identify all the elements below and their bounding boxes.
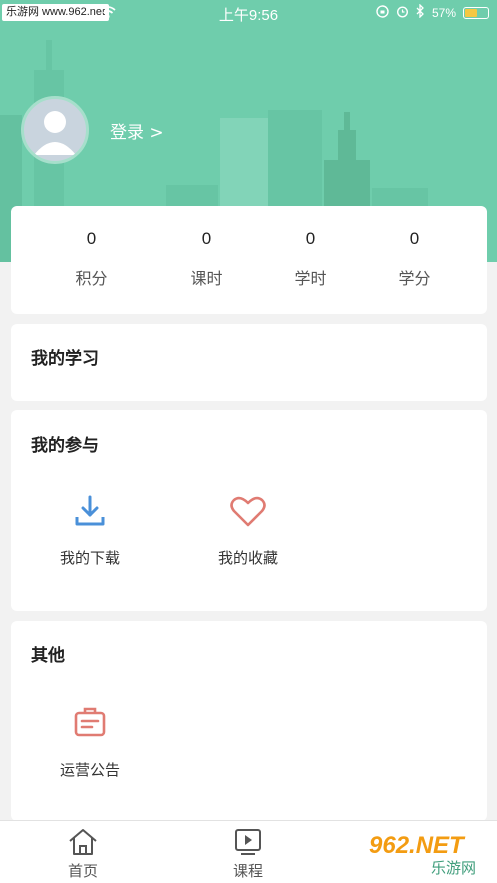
- section-title: 其他: [31, 646, 65, 666]
- stat-lessons[interactable]: 0 课时: [147, 206, 266, 289]
- play-icon: [235, 829, 261, 855]
- brand-watermark-logo: 962.NET 乐游网: [369, 832, 476, 877]
- tile-label: 运营公告: [59, 761, 120, 779]
- avatar[interactable]: [21, 96, 89, 164]
- stat-value: 0: [305, 229, 316, 248]
- alarm-icon: [396, 5, 409, 21]
- tab-courses[interactable]: 课程: [208, 827, 288, 881]
- bottom-tab-bar: 首页 课程 962.NET 乐游网: [0, 820, 497, 883]
- my-participation-card: 我的参与 我的下载 我的收藏: [11, 410, 487, 611]
- stat-points[interactable]: 0 积分: [32, 206, 151, 289]
- tab-label: 首页: [67, 862, 98, 880]
- stat-study-hours[interactable]: 0 学时: [251, 206, 370, 289]
- announcements-button[interactable]: 运营公告: [40, 703, 140, 780]
- stat-value: 0: [86, 229, 97, 248]
- stat-label: 积分: [75, 269, 108, 288]
- stat-value: 0: [409, 229, 420, 248]
- heart-icon: [230, 496, 266, 527]
- other-card: 其他 运营公告: [11, 621, 487, 821]
- stat-value: 0: [201, 229, 212, 248]
- status-bar: 乐游网 www.962.net 上午9:56 57%: [0, 0, 497, 26]
- my-study-card[interactable]: 我的学习: [11, 324, 487, 401]
- my-favorites-button[interactable]: 我的收藏: [198, 491, 298, 568]
- stats-card: 0 积分 0 课时 0 学时 0 学分: [11, 206, 487, 314]
- stat-label: 学分: [398, 269, 431, 288]
- my-downloads-button[interactable]: 我的下载: [40, 491, 140, 568]
- login-link[interactable]: 登录 >: [110, 118, 164, 143]
- tab-label: 课程: [232, 862, 263, 880]
- battery-percent: 57%: [431, 5, 456, 20]
- bluetooth-icon: [416, 3, 425, 21]
- svg-text:962.NET: 962.NET: [369, 832, 466, 859]
- svg-text:乐游网: 乐游网: [431, 859, 476, 877]
- stat-label: 课时: [190, 269, 223, 288]
- orientation-lock-icon: [376, 4, 389, 21]
- tile-label: 我的收藏: [217, 549, 278, 567]
- download-icon: [75, 495, 105, 526]
- tab-home[interactable]: 首页: [43, 827, 123, 881]
- home-icon: [69, 829, 97, 855]
- stat-credits[interactable]: 0 学分: [355, 206, 474, 289]
- section-title: 我的学习: [31, 349, 99, 369]
- tile-label: 我的下载: [59, 549, 120, 567]
- announcement-icon: [74, 707, 106, 737]
- battery-icon: [463, 6, 489, 19]
- section-title: 我的参与: [31, 436, 99, 456]
- stat-label: 学时: [294, 269, 327, 288]
